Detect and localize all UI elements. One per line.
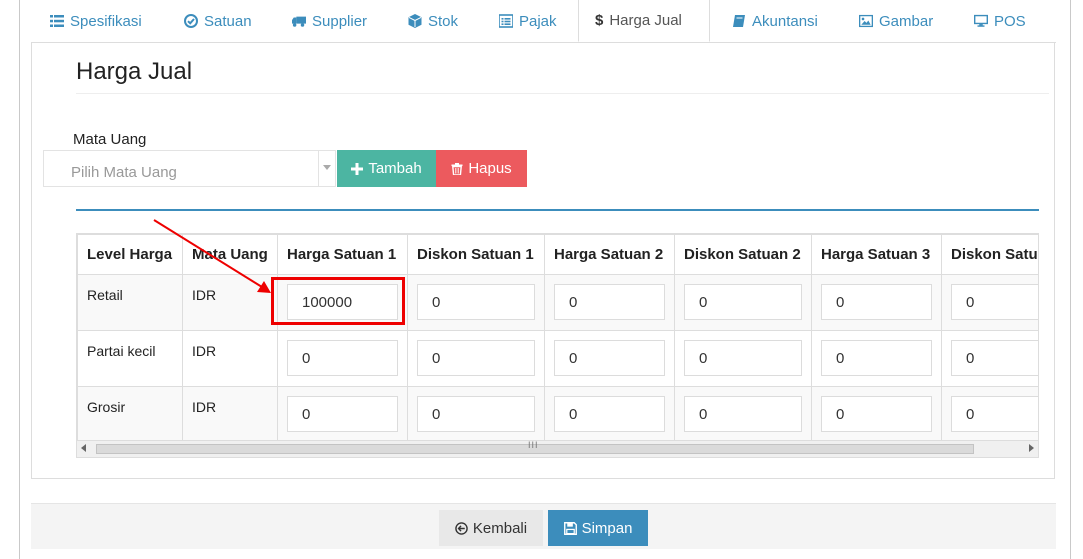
column-header: Harga Satuan 2 <box>544 234 675 275</box>
list-icon <box>50 15 64 27</box>
discount-input[interactable]: 0 <box>684 284 802 320</box>
column-header: Diskon Satuan 2 <box>674 234 812 275</box>
currency-cell: IDR <box>182 386 278 443</box>
price-input[interactable]: 0 <box>287 396 398 432</box>
price-input[interactable]: 0 <box>821 340 932 376</box>
price-input[interactable]: 100000 <box>287 284 398 320</box>
column-header: Harga Satuan 1 <box>277 234 408 275</box>
list-alt-icon <box>499 14 513 28</box>
column-header: Mata Uang <box>182 234 278 275</box>
scroll-left-icon[interactable] <box>81 444 86 452</box>
discount-input[interactable]: 0 <box>417 284 535 320</box>
tab-pajak[interactable]: Pajak <box>499 0 557 42</box>
price-input[interactable]: 0 <box>287 340 398 376</box>
back-button-label: Kembali <box>472 519 528 537</box>
page-title: Harga Jual <box>76 58 193 85</box>
column-header: Harga Satuan 3 <box>811 234 942 275</box>
discount-input[interactable]: 0 <box>951 396 1038 432</box>
form-footer <box>31 503 1056 549</box>
price-input[interactable]: 0 <box>821 284 932 320</box>
table-row: Retail IDR 100000 0 0 0 0 0 <box>77 274 1038 331</box>
tab-label: POS <box>994 12 1026 30</box>
tab-label: Gambar <box>879 12 934 30</box>
discount-input[interactable]: 0 <box>417 396 535 432</box>
level-cell: Partai kecil <box>77 330 183 387</box>
tab-gambar[interactable]: Gambar <box>859 0 933 42</box>
tab-bar: Spesifikasi Satuan Supplier Stok Pajak $… <box>31 0 1056 43</box>
level-cell: Retail <box>77 274 183 331</box>
table-row: Grosir IDR 0 0 0 0 0 0 <box>77 386 1038 443</box>
tab-label: Supplier <box>312 12 368 30</box>
tab-label: Akuntansi <box>752 12 818 30</box>
tab-satuan[interactable]: Satuan <box>184 0 252 42</box>
add-currency-button[interactable]: Tambah <box>337 150 436 187</box>
circle-arrow-left-icon <box>455 521 468 535</box>
level-cell: Grosir <box>77 386 183 443</box>
table-row: Partai kecil IDR 0 0 0 0 0 0 <box>77 330 1038 387</box>
column-header: Diskon Satuan 3 <box>941 234 1038 275</box>
tab-akuntansi[interactable]: Akuntansi <box>732 0 818 42</box>
delete-currency-label: Hapus <box>468 160 512 177</box>
image-icon <box>859 14 873 28</box>
column-header: Level Harga <box>77 234 183 275</box>
grip-icon: III <box>528 440 539 450</box>
currency-cell: IDR <box>182 330 278 387</box>
delete-currency-button[interactable]: Hapus <box>436 150 527 187</box>
tab-label: Satuan <box>204 12 252 30</box>
tab-spesifikasi[interactable]: Spesifikasi <box>50 0 142 42</box>
tab-harga-jual[interactable]: $ Harga Jual <box>578 0 710 42</box>
price-input[interactable]: 0 <box>554 284 665 320</box>
price-input[interactable]: 0 <box>821 396 932 432</box>
desktop-icon <box>974 14 988 27</box>
table-header-row: Level Harga Mata Uang Harga Satuan 1 Dis… <box>77 234 1038 275</box>
discount-input[interactable]: 0 <box>684 396 802 432</box>
tab-pos[interactable]: POS <box>974 0 1026 42</box>
page-border-right <box>1070 0 1071 559</box>
save-button-label: Simpan <box>581 519 633 537</box>
price-table-container: Level Harga Mata Uang Harga Satuan 1 Dis… <box>76 233 1039 458</box>
back-button[interactable]: Kembali <box>439 510 543 546</box>
plus-icon <box>351 162 364 175</box>
tab-label: Spesifikasi <box>70 12 142 30</box>
cube-icon <box>408 14 422 28</box>
check-circle-icon <box>184 14 198 28</box>
currency-label: Mata Uang <box>73 131 147 148</box>
title-divider <box>76 93 1049 94</box>
save-button[interactable]: Simpan <box>548 510 648 546</box>
currency-cell: IDR <box>182 274 278 331</box>
trash-icon <box>451 162 463 175</box>
price-input[interactable]: 0 <box>554 340 665 376</box>
horizontal-scrollbar[interactable]: III <box>77 440 1038 457</box>
section-divider <box>76 209 1039 211</box>
discount-input[interactable]: 0 <box>951 340 1038 376</box>
discount-input[interactable]: 0 <box>684 340 802 376</box>
tab-label: Harga Jual <box>609 12 682 29</box>
tab-label: Stok <box>428 12 459 30</box>
add-currency-label: Tambah <box>368 160 422 177</box>
currency-select-placeholder: Pilih Mata Uang <box>71 164 177 181</box>
tab-stok[interactable]: Stok <box>408 0 458 42</box>
price-table: Level Harga Mata Uang Harga Satuan 1 Dis… <box>77 234 1038 443</box>
currency-select[interactable]: Pilih Mata Uang <box>43 150 336 187</box>
floppy-disk-icon <box>563 521 577 535</box>
dollar-icon: $ <box>595 12 604 29</box>
discount-input[interactable]: 0 <box>951 284 1038 320</box>
tab-supplier[interactable]: Supplier <box>292 0 367 42</box>
chevron-down-icon[interactable] <box>318 151 335 186</box>
column-header: Diskon Satuan 1 <box>407 234 545 275</box>
discount-input[interactable]: 0 <box>417 340 535 376</box>
scroll-right-icon[interactable] <box>1029 444 1034 452</box>
book-icon <box>733 15 745 27</box>
tab-label: Pajak <box>519 12 557 30</box>
page-border-left <box>19 0 20 559</box>
truck-icon <box>292 16 306 27</box>
price-input[interactable]: 0 <box>554 396 665 432</box>
